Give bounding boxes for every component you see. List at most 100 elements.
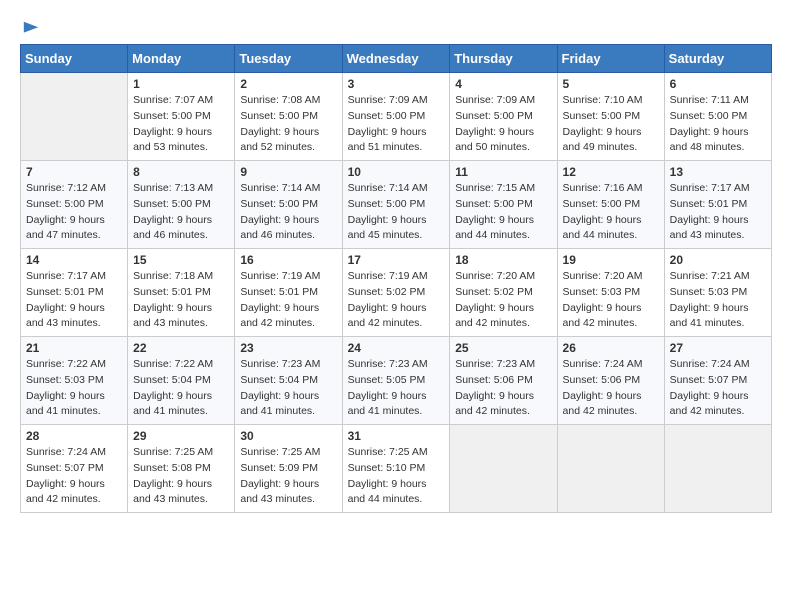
calendar-cell: 22 Sunrise: 7:22 AMSunset: 5:04 PMDayligh…: [128, 337, 235, 425]
calendar-week-row: 21Sunrise: 7:22 AMSunset: 5:03 PMDayligh…: [21, 337, 772, 425]
day-number: 15: [133, 253, 229, 267]
day-info: Sunrise: 7:23 AMSunset: 5:04 PMDaylight:…: [240, 357, 336, 420]
day-info: Sunrise: 7:24 AMSunset: 5:07 PMDaylight:…: [670, 357, 766, 420]
calendar-cell: [664, 425, 771, 513]
day-info: Sunrise: 7:19 AMSunset: 5:01 PMDaylight:…: [240, 269, 336, 332]
day-info: Sunrise: 7:14 AMSunset: 5:00 PMDaylight:…: [348, 181, 445, 244]
day-number: 10: [348, 165, 445, 179]
day-info: Sunrise: 7:21 AMSunset: 5:03 PMDaylight:…: [670, 269, 766, 332]
day-number: 13: [670, 165, 766, 179]
calendar-cell: 18 Sunrise: 7:20 AMSunset: 5:02 PMDayligh…: [450, 249, 557, 337]
day-info: Sunrise: 7:11 AMSunset: 5:00 PMDaylight:…: [670, 93, 766, 156]
day-info: Sunrise: 7:18 AMSunset: 5:01 PMDaylight:…: [133, 269, 229, 332]
calendar-cell: 26Sunrise: 7:24 AMSunset: 5:06 PMDayligh…: [557, 337, 664, 425]
calendar-cell: 20 Sunrise: 7:21 AMSunset: 5:03 PMDayligh…: [664, 249, 771, 337]
calendar-cell: 11 Sunrise: 7:15 AMSunset: 5:00 PMDayligh…: [450, 161, 557, 249]
calendar-table: SundayMondayTuesdayWednesdayThursdayFrid…: [20, 44, 772, 513]
calendar-cell: 25 Sunrise: 7:23 AMSunset: 5:06 PMDayligh…: [450, 337, 557, 425]
day-number: 1: [133, 77, 229, 91]
calendar-cell: [557, 425, 664, 513]
calendar-cell: 8Sunrise: 7:13 AMSunset: 5:00 PMDaylight…: [128, 161, 235, 249]
day-number: 22: [133, 341, 229, 355]
day-info: Sunrise: 7:25 AMSunset: 5:09 PMDaylight:…: [240, 445, 336, 508]
day-number: 11: [455, 165, 551, 179]
day-number: 3: [348, 77, 445, 91]
calendar-cell: 12 Sunrise: 7:16 AMSunset: 5:00 PMDayligh…: [557, 161, 664, 249]
day-number: 7: [26, 165, 122, 179]
calendar-week-row: 1 Sunrise: 7:07 AMSunset: 5:00 PMDaylight…: [21, 73, 772, 161]
calendar-cell: 7 Sunrise: 7:12 AMSunset: 5:00 PMDaylight…: [21, 161, 128, 249]
calendar-cell: 19Sunrise: 7:20 AMSunset: 5:03 PMDayligh…: [557, 249, 664, 337]
day-number: 17: [348, 253, 445, 267]
calendar-cell: 15 Sunrise: 7:18 AMSunset: 5:01 PMDayligh…: [128, 249, 235, 337]
day-number: 25: [455, 341, 551, 355]
day-info: Sunrise: 7:20 AMSunset: 5:02 PMDaylight:…: [455, 269, 551, 332]
calendar-cell: 14 Sunrise: 7:17 AMSunset: 5:01 PMDayligh…: [21, 249, 128, 337]
calendar-cell: [450, 425, 557, 513]
calendar-cell: 21Sunrise: 7:22 AMSunset: 5:03 PMDayligh…: [21, 337, 128, 425]
day-info: Sunrise: 7:10 AMSunset: 5:00 PMDaylight:…: [563, 93, 659, 156]
day-number: 12: [563, 165, 659, 179]
day-info: Sunrise: 7:08 AMSunset: 5:00 PMDaylight:…: [240, 93, 336, 156]
calendar-cell: 13 Sunrise: 7:17 AMSunset: 5:01 PMDayligh…: [664, 161, 771, 249]
day-info: Sunrise: 7:15 AMSunset: 5:00 PMDaylight:…: [455, 181, 551, 244]
day-info: Sunrise: 7:20 AMSunset: 5:03 PMDaylight:…: [563, 269, 659, 332]
calendar-cell: 16 Sunrise: 7:19 AMSunset: 5:01 PMDayligh…: [235, 249, 342, 337]
day-info: Sunrise: 7:22 AMSunset: 5:04 PMDaylight:…: [133, 357, 229, 420]
day-number: 24: [348, 341, 445, 355]
day-header-sunday: Sunday: [21, 45, 128, 73]
calendar-cell: 2Sunrise: 7:08 AMSunset: 5:00 PMDaylight…: [235, 73, 342, 161]
logo-flag-icon: [22, 20, 40, 38]
calendar-cell: [21, 73, 128, 161]
day-header-friday: Friday: [557, 45, 664, 73]
day-number: 29: [133, 429, 229, 443]
day-header-tuesday: Tuesday: [235, 45, 342, 73]
day-number: 14: [26, 253, 122, 267]
calendar-cell: 10 Sunrise: 7:14 AMSunset: 5:00 PMDayligh…: [342, 161, 450, 249]
calendar-cell: 30 Sunrise: 7:25 AMSunset: 5:09 PMDayligh…: [235, 425, 342, 513]
day-number: 26: [563, 341, 659, 355]
day-info: Sunrise: 7:16 AMSunset: 5:00 PMDaylight:…: [563, 181, 659, 244]
calendar-cell: 29Sunrise: 7:25 AMSunset: 5:08 PMDayligh…: [128, 425, 235, 513]
calendar-week-row: 7 Sunrise: 7:12 AMSunset: 5:00 PMDaylight…: [21, 161, 772, 249]
day-number: 6: [670, 77, 766, 91]
day-number: 18: [455, 253, 551, 267]
logo: [20, 20, 40, 34]
day-number: 20: [670, 253, 766, 267]
day-number: 23: [240, 341, 336, 355]
calendar-header-row: SundayMondayTuesdayWednesdayThursdayFrid…: [21, 45, 772, 73]
calendar-cell: 28 Sunrise: 7:24 AMSunset: 5:07 PMDayligh…: [21, 425, 128, 513]
calendar-cell: 6 Sunrise: 7:11 AMSunset: 5:00 PMDaylight…: [664, 73, 771, 161]
logo-text: [20, 20, 40, 38]
day-info: Sunrise: 7:12 AMSunset: 5:00 PMDaylight:…: [26, 181, 122, 244]
day-info: Sunrise: 7:25 AMSunset: 5:10 PMDaylight:…: [348, 445, 445, 508]
calendar-cell: 17 Sunrise: 7:19 AMSunset: 5:02 PMDayligh…: [342, 249, 450, 337]
day-number: 27: [670, 341, 766, 355]
day-number: 30: [240, 429, 336, 443]
calendar-cell: 24 Sunrise: 7:23 AMSunset: 5:05 PMDayligh…: [342, 337, 450, 425]
day-info: Sunrise: 7:23 AMSunset: 5:05 PMDaylight:…: [348, 357, 445, 420]
day-number: 9: [240, 165, 336, 179]
day-info: Sunrise: 7:14 AMSunset: 5:00 PMDaylight:…: [240, 181, 336, 244]
calendar-week-row: 28 Sunrise: 7:24 AMSunset: 5:07 PMDayligh…: [21, 425, 772, 513]
day-info: Sunrise: 7:24 AMSunset: 5:07 PMDaylight:…: [26, 445, 122, 508]
day-info: Sunrise: 7:23 AMSunset: 5:06 PMDaylight:…: [455, 357, 551, 420]
page-header: [20, 20, 772, 34]
calendar-cell: 31 Sunrise: 7:25 AMSunset: 5:10 PMDayligh…: [342, 425, 450, 513]
day-header-thursday: Thursday: [450, 45, 557, 73]
day-number: 31: [348, 429, 445, 443]
day-number: 5: [563, 77, 659, 91]
day-info: Sunrise: 7:07 AMSunset: 5:00 PMDaylight:…: [133, 93, 229, 156]
day-number: 8: [133, 165, 229, 179]
day-header-wednesday: Wednesday: [342, 45, 450, 73]
day-header-saturday: Saturday: [664, 45, 771, 73]
day-info: Sunrise: 7:17 AMSunset: 5:01 PMDaylight:…: [26, 269, 122, 332]
day-info: Sunrise: 7:19 AMSunset: 5:02 PMDaylight:…: [348, 269, 445, 332]
calendar-cell: 23 Sunrise: 7:23 AMSunset: 5:04 PMDayligh…: [235, 337, 342, 425]
day-number: 28: [26, 429, 122, 443]
day-info: Sunrise: 7:22 AMSunset: 5:03 PMDaylight:…: [26, 357, 122, 420]
day-header-monday: Monday: [128, 45, 235, 73]
day-number: 16: [240, 253, 336, 267]
day-info: Sunrise: 7:09 AMSunset: 5:00 PMDaylight:…: [348, 93, 445, 156]
day-info: Sunrise: 7:17 AMSunset: 5:01 PMDaylight:…: [670, 181, 766, 244]
